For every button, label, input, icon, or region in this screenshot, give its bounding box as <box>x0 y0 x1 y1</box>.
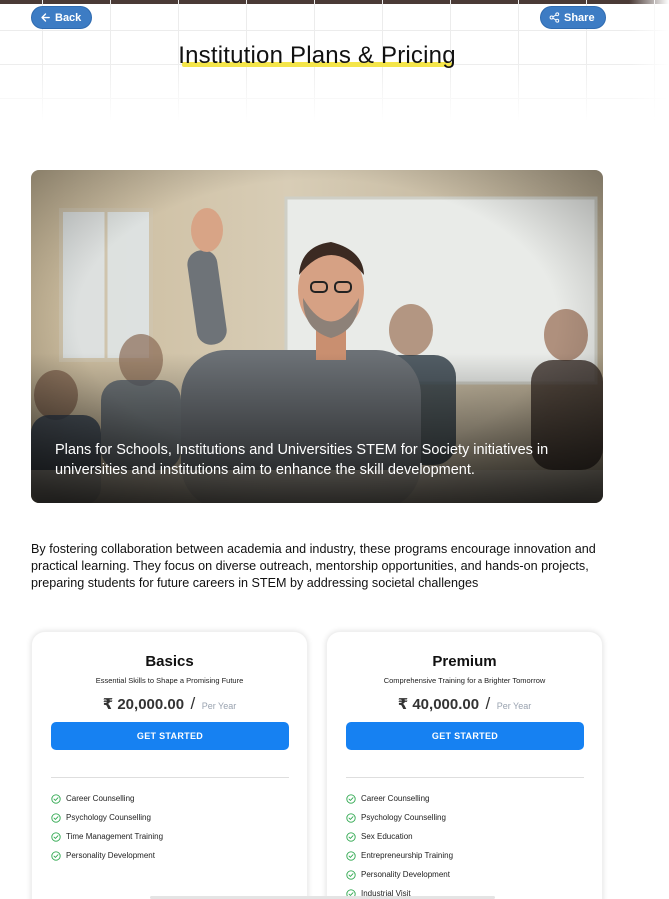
price-separator: / <box>190 694 196 713</box>
back-button[interactable]: Back <box>31 6 93 29</box>
feature-item: Career Counselling <box>51 789 163 808</box>
feature-label: Psychology Counselling <box>66 813 151 822</box>
price-separator: / <box>485 694 491 713</box>
feature-item: Psychology Counselling <box>51 808 163 827</box>
feature-label: Personality Development <box>361 870 450 879</box>
grid-fade-right <box>629 0 669 120</box>
feature-label: Career Counselling <box>361 794 430 803</box>
price-period: Per Year <box>201 701 237 711</box>
feature-list: Career Counselling Psychology Counsellin… <box>51 789 163 865</box>
share-button[interactable]: Share <box>540 6 606 29</box>
arrow-left-icon <box>41 13 50 22</box>
feature-label: Sex Education <box>361 832 413 841</box>
check-circle-icon <box>51 831 61 842</box>
feature-label: Entrepreneurship Training <box>361 851 454 860</box>
check-circle-icon <box>346 869 356 880</box>
feature-label: Career Counselling <box>66 794 135 803</box>
plan-tagline: Comprehensive Training for a Brighter To… <box>383 676 546 685</box>
feature-list: Career Counselling Psychology Counsellin… <box>346 789 453 899</box>
feature-item: Psychology Counselling <box>346 808 453 827</box>
plan-card-premium: Premium Comprehensive Training for a Bri… <box>326 631 603 899</box>
check-circle-icon <box>51 812 61 823</box>
divider <box>346 777 584 778</box>
price-row: ₹ 20,000.00 / Per Year <box>32 694 307 714</box>
feature-label: Time Management Training <box>66 832 164 841</box>
check-circle-icon <box>51 850 61 861</box>
plan-price: ₹ 40,000.00 <box>397 696 480 713</box>
get-started-button-premium[interactable]: GET STARTED <box>346 722 584 750</box>
get-started-button-basics[interactable]: GET STARTED <box>51 722 289 750</box>
hero-image: Plans for Schools, Institutions and Univ… <box>31 170 603 503</box>
hero-caption: Plans for Schools, Institutions and Univ… <box>55 442 549 478</box>
feature-item: Entrepreneurship Training <box>346 846 453 865</box>
page-title-text: Institution Plans & Pricing <box>178 42 456 69</box>
feature-label: Personality Development <box>66 851 155 860</box>
feature-item: Career Counselling <box>346 789 453 808</box>
check-circle-icon <box>346 793 356 804</box>
price-row: ₹ 40,000.00 / Per Year <box>327 694 602 714</box>
divider <box>51 777 289 778</box>
feature-label: Psychology Counselling <box>361 813 446 822</box>
feature-item: Sex Education <box>346 827 453 846</box>
plan-card-basics: Basics Essential Skills to Shape a Promi… <box>31 631 308 899</box>
plan-tagline: Essential Skills to Shape a Promising Fu… <box>95 676 244 685</box>
plan-name: Premium <box>432 653 497 670</box>
check-circle-icon <box>346 812 356 823</box>
feature-item: Personality Development <box>346 865 453 884</box>
page-title: Institution Plans & Pricing <box>0 42 634 70</box>
price-period: Per Year <box>496 701 532 711</box>
feature-item: Time Management Training <box>51 827 163 846</box>
check-circle-icon <box>346 850 356 861</box>
check-circle-icon <box>346 831 356 842</box>
intro-paragraph: By fostering collaboration between acade… <box>31 542 596 590</box>
plan-name: Basics <box>145 653 194 670</box>
back-label: Back <box>55 11 82 24</box>
plan-price: ₹ 20,000.00 <box>102 696 185 713</box>
feature-item: Personality Development <box>51 846 163 865</box>
check-circle-icon <box>51 793 61 804</box>
share-icon <box>549 12 560 23</box>
share-label: Share <box>564 11 595 24</box>
